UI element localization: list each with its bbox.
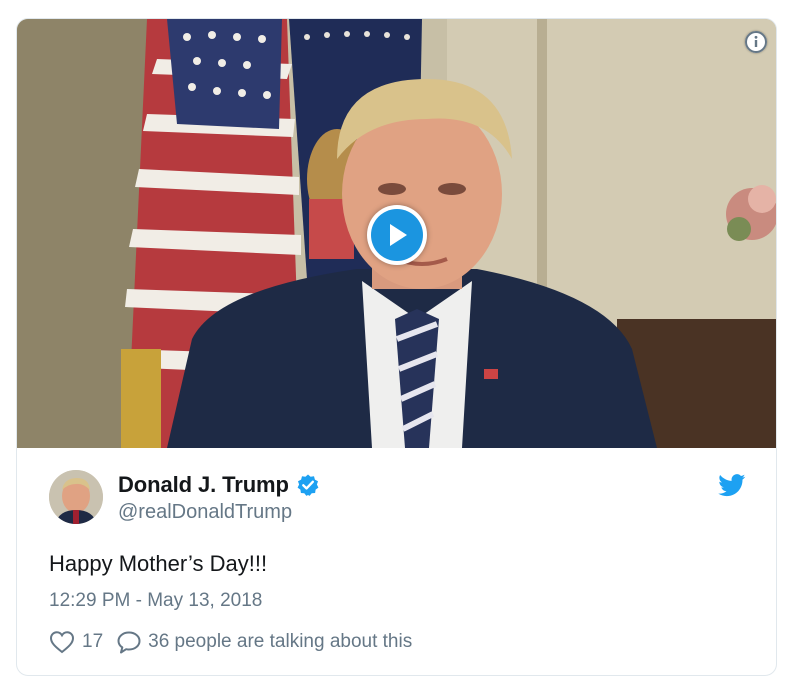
author-row[interactable]: Donald J. Trump [118,472,320,498]
info-button[interactable] [745,31,767,53]
tweet-body: Donald J. Trump @realDonaldTrump Happy M… [17,448,776,675]
like-button[interactable]: 17 [49,630,103,654]
play-button[interactable] [367,205,427,265]
like-count: 17 [82,631,104,652]
tweet-timestamp[interactable]: 12:29 PM - May 13, 2018 [49,590,262,612]
avatar[interactable] [49,470,103,524]
author-name[interactable]: Donald J. Trump [118,472,289,498]
tweet-text: Happy Mother’s Day!!! [49,551,268,576]
tweet-embed-card[interactable]: Donald J. Trump @realDonaldTrump Happy M… [16,18,777,676]
avatar-image [49,470,103,524]
verified-badge-icon [297,474,319,496]
heart-icon [49,631,75,654]
video-thumbnail[interactable] [17,19,776,448]
twitter-bird-icon[interactable] [718,474,746,497]
conversation-link[interactable]: 36 people are talking about this [116,630,412,654]
play-button-inner [371,209,423,261]
speech-bubble-icon [117,631,141,654]
info-icon [745,31,767,53]
author-handle[interactable]: @realDonaldTrump [118,501,292,524]
play-icon [390,224,407,246]
tweet-actions: 17 36 people are talking about this [49,630,412,654]
talking-count-text[interactable]: 36 people are talking about this [148,631,412,653]
